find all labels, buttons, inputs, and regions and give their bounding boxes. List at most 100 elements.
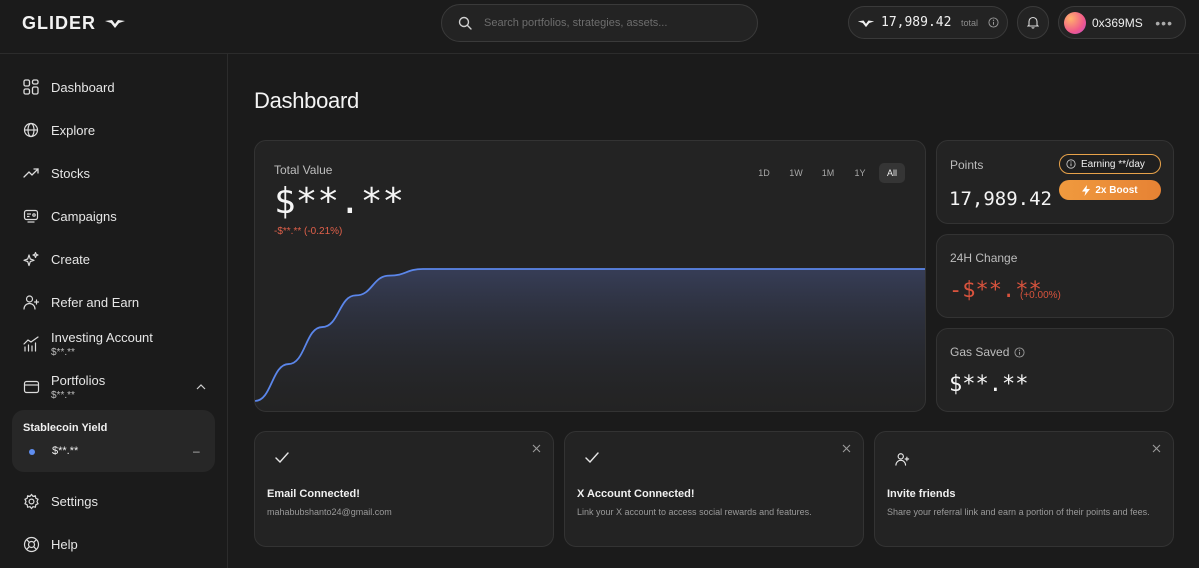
points-label: Points [950, 158, 984, 172]
sidebar-item-label: Create [51, 251, 91, 267]
card-title: Invite friends [887, 488, 956, 500]
sidebar-item-label: Refer and Earn [51, 294, 140, 310]
range-1w-button[interactable]: 1W [783, 163, 809, 183]
sidebar-item-campaigns[interactable]: Campaigns [22, 207, 117, 225]
help-icon [22, 535, 40, 553]
invite-friends-card[interactable]: Invite friends Share your referral link … [874, 431, 1174, 547]
brand-name: GLIDER [22, 12, 97, 33]
sidebar-item-portfolios[interactable]: Portfolios $**.** [22, 373, 206, 401]
info-icon [1066, 159, 1076, 169]
sidebar-item-label: Explore [51, 122, 96, 138]
bell-icon [1027, 16, 1039, 29]
notifications-button[interactable] [1017, 6, 1049, 39]
avatar [1064, 11, 1086, 34]
total-value-card: Total Value $**.** -$**.** (-0.21%) 1D 1… [254, 140, 926, 412]
portfolio-title: Stablecoin Yield [23, 422, 108, 434]
gas-saved-label: Gas Saved [950, 345, 1010, 359]
email-connected-card: Email Connected! mahabubshanto24@gmail.c… [254, 431, 554, 547]
checkmark-icon [585, 452, 599, 463]
campaign-icon [22, 207, 40, 225]
gas-saved-label-group: Gas Saved [950, 345, 1025, 359]
close-icon[interactable] [1152, 444, 1161, 453]
card-title: Email Connected! [267, 488, 360, 500]
total-balance-pill[interactable]: 17,989.42 total [848, 6, 1008, 39]
time-range-selector: 1D 1W 1M 1Y All [751, 163, 905, 183]
sidebar-item-sub-value: $**.** [51, 390, 75, 401]
chart-area-fill [255, 269, 925, 411]
change-24h-label: 24H Change [950, 251, 1018, 265]
info-icon[interactable] [1014, 346, 1025, 358]
close-icon[interactable] [532, 444, 541, 453]
portfolio-color-dot [29, 449, 35, 455]
sidebar-item-text: Portfolios $**.** [51, 373, 105, 401]
account-menu[interactable]: 0x369MS ••• [1058, 6, 1186, 39]
gas-saved-value: $**.** [949, 372, 1029, 397]
range-1y-button[interactable]: 1Y [847, 163, 873, 183]
total-value-amount: $**.** [274, 181, 405, 222]
close-icon[interactable] [842, 444, 851, 453]
range-1d-button[interactable]: 1D [751, 163, 777, 183]
sidebar-item-explore[interactable]: Explore [22, 121, 95, 139]
earning-rate-text: Earning **/day [1081, 158, 1145, 170]
glider-bird-icon [105, 20, 126, 28]
search-bar[interactable] [441, 4, 758, 42]
globe-icon [22, 121, 40, 139]
sidebar-item-label: Investing Account [51, 330, 153, 345]
sidebar-item-label: Help [51, 536, 78, 552]
total-balance-label: total [960, 17, 978, 28]
earning-rate-badge[interactable]: Earning **/day [1059, 154, 1161, 174]
points-card: Points 17,989.42 Earning **/day 2x Boost [936, 140, 1174, 224]
sidebar-item-help[interactable]: Help [22, 535, 78, 553]
brand-logo[interactable]: GLIDER [22, 13, 126, 33]
sidebar: Dashboard Explore Stocks Campaigns Creat… [0, 54, 228, 568]
sidebar-item-sub-value: $**.** [51, 347, 75, 358]
info-icon[interactable] [988, 17, 999, 28]
sidebar-item-text: Investing Account $**.** [51, 330, 153, 358]
gas-saved-card: Gas Saved $**.** [936, 328, 1174, 412]
top-header: GLIDER 17,989.42 total 0x369MS •• [0, 0, 1199, 54]
more-options-icon[interactable]: ••• [1155, 15, 1173, 31]
sidebar-item-dashboard[interactable]: Dashboard [22, 78, 115, 96]
portfolio-value: $**.** [52, 445, 79, 457]
collapse-minus-icon[interactable]: – [193, 444, 200, 458]
user-plus-icon [895, 453, 910, 466]
sidebar-item-investing-account[interactable]: Investing Account $**.** [22, 330, 153, 358]
sparkle-icon [22, 250, 40, 268]
change-24h-percent: (+0.00%) [1020, 290, 1061, 301]
trend-up-icon [22, 164, 40, 182]
sidebar-item-stocks[interactable]: Stocks [22, 164, 90, 182]
search-input[interactable] [484, 17, 724, 29]
portfolio-card-stablecoin-yield[interactable]: Stablecoin Yield $**.** – [12, 410, 215, 472]
points-value: 17,989.42 [949, 188, 1052, 210]
sidebar-item-label: Dashboard [51, 79, 115, 95]
sidebar-item-create[interactable]: Create [22, 250, 90, 268]
range-1m-button[interactable]: 1M [815, 163, 841, 183]
boost-button[interactable]: 2x Boost [1059, 180, 1161, 200]
glider-bird-icon [857, 20, 875, 27]
lightning-icon [1082, 184, 1091, 196]
sidebar-item-label: Settings [51, 493, 98, 509]
search-icon [458, 16, 472, 30]
sidebar-item-settings[interactable]: Settings [22, 492, 98, 510]
account-name: 0x369MS [1092, 15, 1143, 30]
user-plus-icon [22, 293, 40, 311]
sidebar-item-label: Stocks [51, 165, 91, 181]
card-title: X Account Connected! [577, 488, 695, 500]
sidebar-item-refer[interactable]: Refer and Earn [22, 293, 139, 311]
x-account-connected-card: X Account Connected! Link your X account… [564, 431, 864, 547]
chevron-up-icon[interactable] [196, 384, 206, 390]
sidebar-item-label: Portfolios [51, 373, 106, 388]
card-description: Link your X account to access social rew… [577, 507, 812, 517]
total-balance-value: 17,989.42 [881, 15, 952, 30]
dashboard-icon [22, 78, 40, 96]
range-all-button[interactable]: All [879, 163, 905, 183]
boost-label: 2x Boost [1095, 184, 1138, 196]
wallet-icon [22, 378, 40, 396]
page-title: Dashboard [254, 88, 359, 113]
sidebar-item-label: Campaigns [51, 208, 117, 224]
checkmark-icon [275, 452, 289, 463]
gear-icon [22, 492, 40, 510]
change-24h-card: 24H Change -$**.** (+0.00%) [936, 234, 1174, 318]
card-description: Share your referral link and earn a port… [887, 507, 1150, 517]
card-description: mahabubshanto24@gmail.com [267, 507, 392, 517]
